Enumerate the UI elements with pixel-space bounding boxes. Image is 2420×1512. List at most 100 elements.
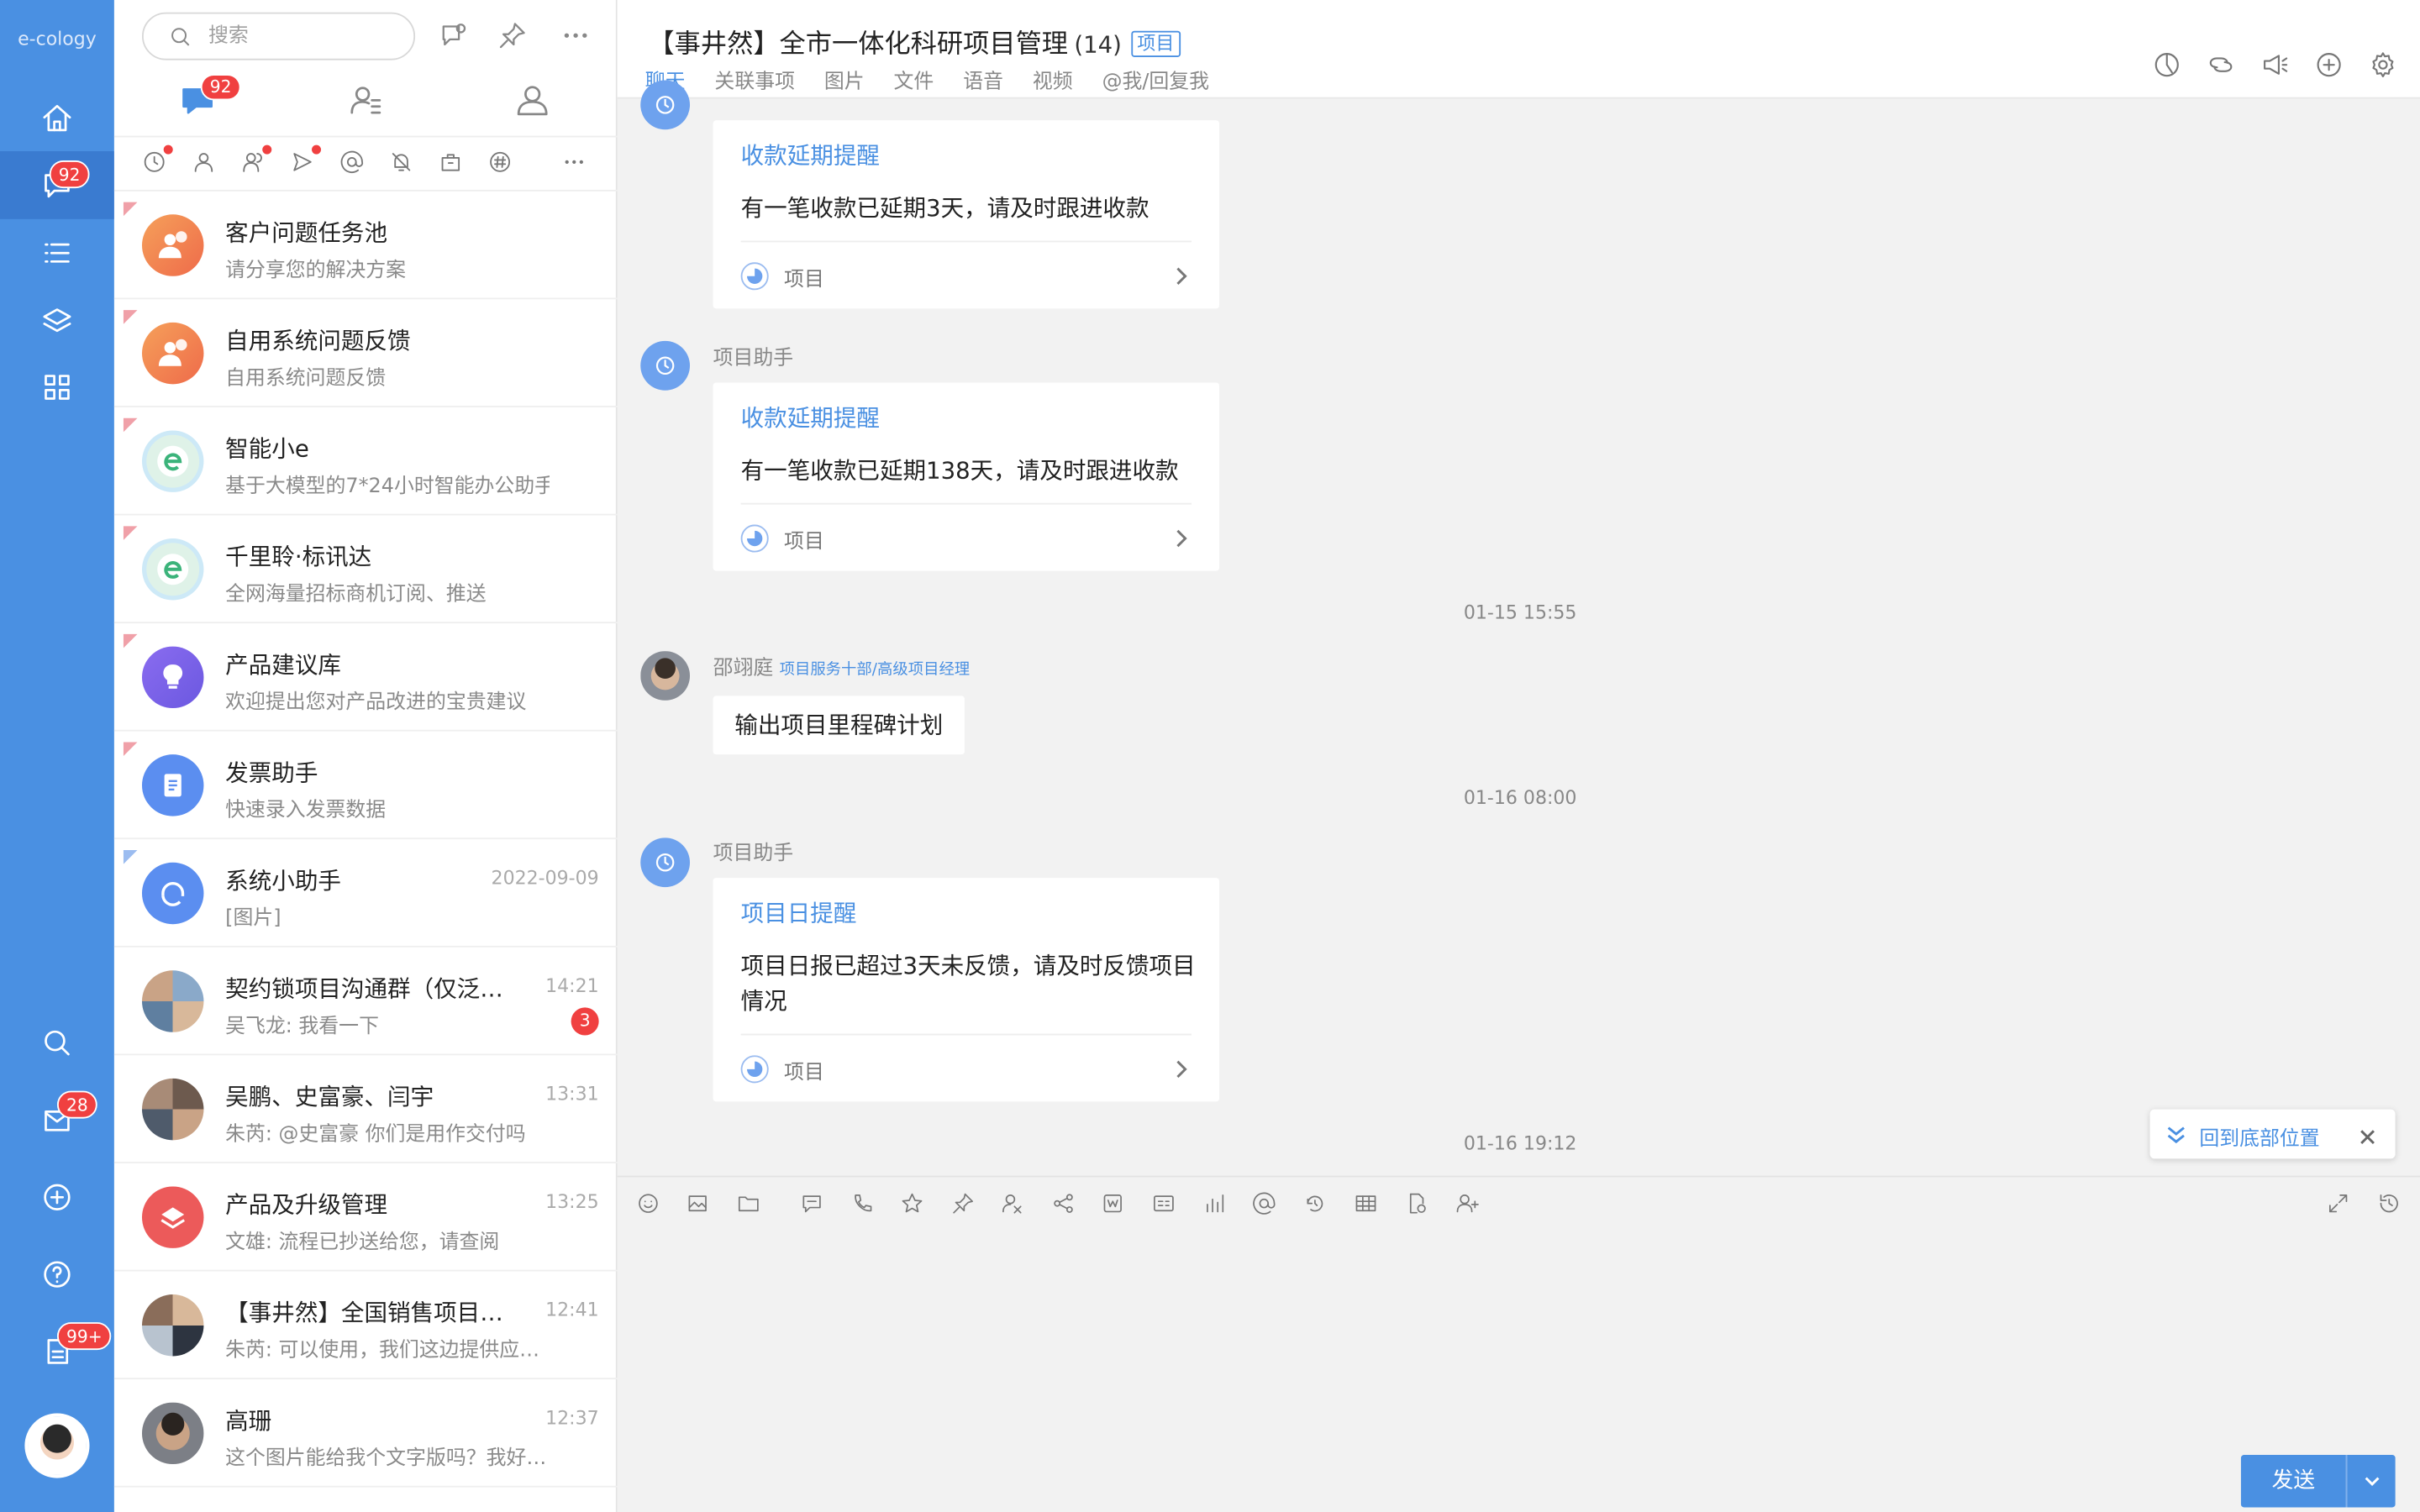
card-footer[interactable]: 项目 <box>740 502 1192 571</box>
add-member-button[interactable] <box>2313 50 2347 83</box>
tab-voice[interactable]: 语音 <box>963 65 1003 94</box>
nav-tasks[interactable] <box>0 219 114 287</box>
member-count[interactable]: (14) <box>1074 31 1122 59</box>
tab-images[interactable]: 图片 <box>824 65 865 94</box>
filter-topics[interactable] <box>487 150 515 177</box>
call-button[interactable] <box>850 1191 878 1219</box>
tab-video[interactable]: 视频 <box>1033 65 1073 94</box>
assistant-avatar[interactable] <box>640 80 691 130</box>
nav-apps[interactable] <box>0 354 114 422</box>
nav-add[interactable] <box>0 1163 114 1231</box>
doc-button[interactable] <box>1101 1191 1128 1219</box>
announcement-button[interactable] <box>2260 50 2293 83</box>
card-footer[interactable]: 项目 <box>740 1033 1192 1102</box>
conversation-item[interactable]: 智能小e 基于大模型的7*24小时智能办公助手 <box>113 407 618 516</box>
chart-button[interactable] <box>1202 1191 1230 1219</box>
conversation-item[interactable]: 产品及升级管理 文雄: 流程已抄送给您，请查阅 13:25 <box>113 1163 618 1272</box>
assistant-avatar[interactable] <box>640 837 691 888</box>
filter-mentions[interactable] <box>339 150 367 177</box>
card-footer[interactable]: 项目 <box>740 240 1192 309</box>
my-avatar[interactable] <box>24 1413 90 1478</box>
group-icon <box>243 153 262 172</box>
layers-icon <box>43 308 71 333</box>
filter-single[interactable] <box>192 150 219 177</box>
tab-related[interactable]: 关联事项 <box>714 65 795 94</box>
more-button[interactable] <box>557 17 594 54</box>
nav-help[interactable] <box>0 1241 114 1309</box>
file-button[interactable] <box>736 1191 782 1219</box>
conversation-item[interactable]: 客户问题任务池 请分享您的解决方案 <box>113 192 618 300</box>
assign-button[interactable] <box>1455 1191 1483 1219</box>
conversation-item[interactable]: 发票助手 快速录入发票数据 <box>113 732 618 840</box>
refresh-clock-icon <box>1307 1195 1323 1212</box>
conversation-item[interactable]: 【事井然】全国销售项目… 朱芮: 可以使用，我们这边提供应… 12:41 <box>113 1271 618 1380</box>
card-title: 收款延期提醒 <box>740 404 880 433</box>
docs-badge: 99+ <box>56 1322 112 1351</box>
nav-search[interactable] <box>0 1009 114 1077</box>
search-box[interactable] <box>141 12 416 60</box>
conversation-item[interactable]: 产品建议库 欢迎提出您对产品改进的宝贵建议 <box>113 623 618 732</box>
table-button[interactable] <box>1354 1191 1381 1219</box>
schedule-button[interactable] <box>1302 1191 1330 1219</box>
send-button[interactable]: 发送 <box>2240 1455 2346 1508</box>
bell-off-icon <box>392 153 411 171</box>
conversation-item[interactable]: 自用系统问题反馈 自用系统问题反馈 <box>113 299 618 407</box>
card-button[interactable] <box>1151 1191 1179 1219</box>
project-tag[interactable]: 项目 <box>1130 30 1181 57</box>
conversation-item[interactable]: 吴鹏、史富豪、闫宇 朱芮: @史富豪 你们是用作交付吗 13:31 <box>113 1055 618 1163</box>
screenshot-button[interactable] <box>686 1191 713 1219</box>
nav-home[interactable] <box>0 85 114 153</box>
nav-docs[interactable]: 99+ <box>0 1318 114 1386</box>
nav-messages[interactable]: 92 <box>0 151 114 219</box>
filter-recent[interactable] <box>142 144 173 177</box>
conversation-item[interactable]: 高珊 这个图片能给我个文字版吗？我好… 12:37 <box>113 1379 618 1488</box>
back-to-bottom-toast[interactable]: 回到底部位置 <box>2149 1109 2396 1159</box>
filter-group[interactable] <box>241 144 272 177</box>
filter-more[interactable] <box>562 150 590 177</box>
nav-mail[interactable]: 28 <box>0 1086 114 1154</box>
chat-settings-button[interactable] <box>2368 50 2402 83</box>
close-icon[interactable] <box>2359 1123 2381 1145</box>
filter-muted[interactable] <box>389 150 417 177</box>
user-avatar[interactable] <box>640 651 691 701</box>
filter-work[interactable] <box>439 150 466 177</box>
conversation-item[interactable]: 千里聆·标讯达 全网海量招标商机订阅、推送 <box>113 515 618 624</box>
search-input[interactable] <box>208 24 394 48</box>
briefcase-icon <box>441 154 460 171</box>
share-button[interactable] <box>1051 1191 1079 1219</box>
filter-sent[interactable] <box>290 144 322 177</box>
back-to-bottom-label[interactable]: 回到底部位置 <box>2199 1121 2319 1152</box>
favorite-button[interactable] <box>900 1191 928 1219</box>
tab-files[interactable]: 文件 <box>894 65 934 94</box>
project-progress-button[interactable] <box>2151 50 2185 83</box>
conversation-preview: 请分享您的解决方案 <box>225 259 407 283</box>
expand-editor-button[interactable] <box>2326 1191 2354 1219</box>
emoji-button[interactable] <box>636 1191 664 1219</box>
conversation-item[interactable]: 系统小助手 [图片] 2022-09-09 <box>113 839 618 948</box>
reminder-card[interactable]: 收款延期提醒 有一笔收款已延期3天，请及时跟进收款 项目 <box>713 120 1220 309</box>
pin-button[interactable] <box>494 17 531 54</box>
megaphone-icon <box>2264 55 2288 75</box>
tab-contacts-list[interactable] <box>345 81 386 121</box>
tab-organization[interactable] <box>513 81 553 121</box>
tab-mentions[interactable]: @我/回复我 <box>1102 65 1209 94</box>
conversation-preview: 文雄: 流程已抄送给您，请查阅 <box>225 1231 500 1255</box>
workflow-button[interactable] <box>1000 1191 1028 1219</box>
reminder-card[interactable]: 收款延期提醒 有一笔收款已延期138天，请及时跟进收款 项目 <box>713 382 1220 571</box>
approval-button[interactable] <box>1404 1191 1432 1219</box>
message-bubble[interactable]: 输出项目里程碑计划 <box>713 696 965 755</box>
pin-message-button[interactable] <box>950 1191 978 1219</box>
card-footer-label: 项目 <box>784 530 824 554</box>
nav-layers[interactable] <box>0 287 114 355</box>
new-chat-button[interactable] <box>435 17 472 54</box>
quick-reply-button[interactable] <box>799 1191 827 1219</box>
share-icon <box>1054 1194 1073 1213</box>
avatar <box>141 430 204 492</box>
link-button[interactable] <box>2206 50 2239 83</box>
send-options-button[interactable] <box>2345 1455 2396 1508</box>
conversation-item[interactable]: 契约锁项目沟通群（仅泛… 吴飞龙: 我看一下 14:21 3 <box>113 948 618 1056</box>
reminder-card[interactable]: 项目日提醒 项目日报已超过3天未反馈，请及时反馈项目情况 项目 <box>713 878 1220 1102</box>
assistant-avatar[interactable] <box>640 340 691 391</box>
mention-button[interactable] <box>1252 1191 1280 1219</box>
history-button[interactable] <box>2377 1191 2405 1219</box>
